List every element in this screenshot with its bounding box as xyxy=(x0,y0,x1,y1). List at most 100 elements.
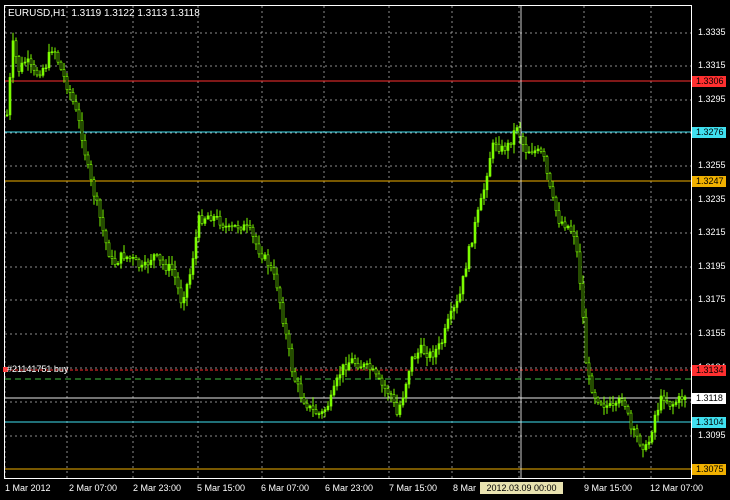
candle-body xyxy=(455,301,459,308)
candle-body xyxy=(512,130,516,145)
candle-body xyxy=(641,444,645,451)
candle-body xyxy=(533,150,537,154)
candle-body xyxy=(137,259,141,268)
horizontal-levels[interactable] xyxy=(5,80,691,470)
chart-window[interactable]: EURUSD,H1 1.3119 1.3122 1.3113 1.3118 #2… xyxy=(0,0,730,500)
candle-body xyxy=(587,362,591,377)
candle-body xyxy=(287,333,291,350)
candle-body xyxy=(500,145,504,152)
time-tick-label: 2 Mar 07:00 xyxy=(69,483,118,493)
candle-body xyxy=(662,395,666,401)
candle-body xyxy=(602,403,606,408)
candle-body xyxy=(65,76,69,90)
candle-body xyxy=(140,264,144,268)
candle-body xyxy=(488,158,492,177)
candle-body xyxy=(182,297,186,304)
candle-body xyxy=(146,261,150,266)
price-tag-resistance-cyan: 1.3276 xyxy=(692,127,726,138)
candle-body xyxy=(635,428,639,437)
candle-body xyxy=(95,195,99,201)
candle-body xyxy=(413,356,417,359)
candle-body xyxy=(563,221,567,229)
candle-body xyxy=(467,246,471,269)
candle-body xyxy=(620,398,624,402)
candle-body xyxy=(548,173,552,188)
candle-body xyxy=(29,58,33,65)
candle-body xyxy=(77,109,81,122)
candle-body xyxy=(164,264,168,271)
time-tick-label: 12 Mar 07:00 xyxy=(650,483,704,493)
price-tag-resistance-red: 1.3306 xyxy=(692,76,726,87)
price-tag-level-orange: 1.3247 xyxy=(692,176,726,187)
candle-body xyxy=(290,348,294,373)
candle-body xyxy=(443,328,447,344)
candle-body xyxy=(575,236,579,253)
candle-body xyxy=(8,77,12,116)
candle-body xyxy=(485,175,489,191)
candle-body xyxy=(47,51,51,69)
candle-body xyxy=(299,383,303,398)
candle-body xyxy=(407,371,411,385)
candle-body xyxy=(584,316,588,364)
price-chart[interactable] xyxy=(0,0,730,500)
price-tick-label: 1.3295 xyxy=(698,94,726,104)
candle-body xyxy=(659,395,663,411)
candle-body xyxy=(545,156,549,174)
candle-body xyxy=(206,215,210,220)
candle-body xyxy=(284,323,288,335)
candle-body xyxy=(119,252,123,264)
price-tag-support-orange: 1.3075 xyxy=(692,464,726,475)
candle-body xyxy=(221,224,225,228)
candle-body xyxy=(197,215,201,238)
candle-body xyxy=(74,101,78,111)
candle-body xyxy=(599,401,603,405)
candle-body xyxy=(218,216,222,226)
candle-body xyxy=(554,196,558,212)
candle-body xyxy=(236,225,240,229)
candle-body xyxy=(110,256,114,259)
candle-body xyxy=(251,226,255,237)
candle-body xyxy=(161,259,165,265)
candle-body xyxy=(368,363,372,371)
candle-body xyxy=(101,217,105,232)
candle-body xyxy=(41,67,45,76)
candle-body xyxy=(266,254,270,267)
candle-body xyxy=(332,385,336,396)
candle-body xyxy=(479,198,483,211)
candle-body xyxy=(233,225,237,227)
price-tick-label: 1.3235 xyxy=(698,194,726,204)
candle-body xyxy=(419,344,423,354)
time-tick-label: 8 Mar xyxy=(453,483,477,493)
candle-body xyxy=(434,348,438,358)
candle-body xyxy=(551,186,555,198)
candle-body xyxy=(59,61,63,70)
candle-body xyxy=(569,225,573,232)
candle-body xyxy=(632,428,636,431)
candle-body xyxy=(671,404,675,407)
candle-body xyxy=(515,127,519,131)
candle-body xyxy=(389,393,393,396)
candle-body xyxy=(98,199,102,218)
candle-body xyxy=(257,243,261,255)
candle-body xyxy=(365,363,369,365)
candle-body xyxy=(623,400,627,407)
candle-body xyxy=(248,224,252,228)
candle-body xyxy=(650,432,654,443)
candle-body xyxy=(461,276,465,295)
candle-body xyxy=(626,406,630,414)
candle-body xyxy=(590,375,594,393)
candle-body xyxy=(50,51,54,53)
time-tick-label: 1 Mar 2012 xyxy=(5,483,51,493)
candle-body xyxy=(608,403,612,407)
candle-body xyxy=(611,403,615,406)
price-tag-trade-open: 1.3134 xyxy=(692,365,726,376)
time-tick-label: 2 Mar 23:00 xyxy=(133,483,182,493)
candle-body xyxy=(386,388,390,395)
candle-body xyxy=(506,142,510,151)
candle-body xyxy=(530,151,534,154)
candle-body xyxy=(347,362,351,371)
candle-body xyxy=(56,51,60,63)
candle-body xyxy=(260,253,264,260)
candle-body xyxy=(425,353,429,358)
candle-body xyxy=(329,394,333,407)
